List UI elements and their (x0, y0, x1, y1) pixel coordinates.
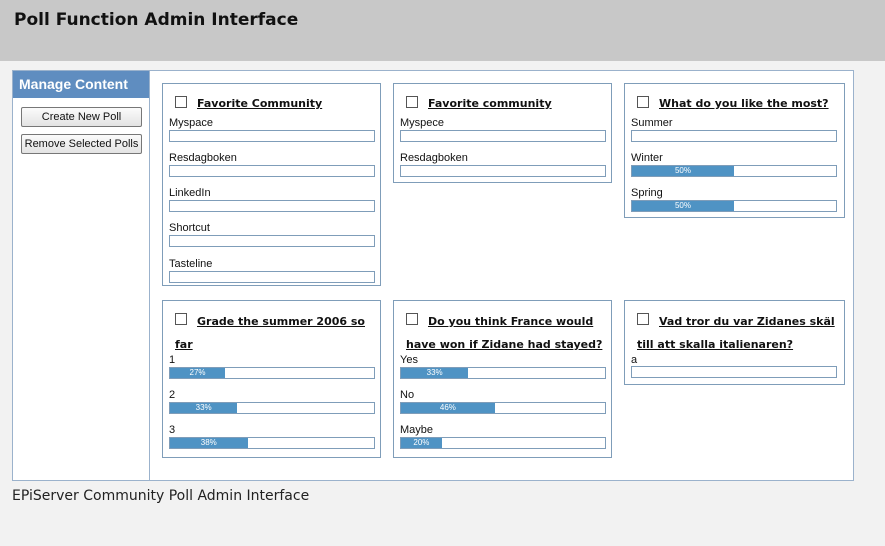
poll-card: Favorite community Myspece Resdagboken (393, 83, 612, 183)
option-percent-label: 33% (195, 403, 212, 412)
option-label: Winter (631, 152, 663, 164)
option-label: Myspace (169, 117, 214, 129)
option-result-bar (169, 165, 375, 177)
option-label: Tasteline (169, 258, 213, 270)
sidebar: Manage Content Create New Poll Remove Se… (13, 71, 150, 480)
poll-title-continued[interactable]: far (175, 334, 374, 356)
option-percent-label: 38% (200, 438, 217, 447)
poll-select-checkbox[interactable] (637, 96, 649, 108)
option-percent-label: 27% (189, 368, 206, 377)
option-label: Maybe (400, 424, 434, 436)
option-label: Yes (400, 354, 418, 366)
option-result-bar (169, 200, 375, 212)
option-result-bar: 27% (169, 367, 375, 379)
poll-title[interactable]: Do you think France would (406, 310, 605, 334)
option-label: 3 (169, 424, 176, 436)
option-label: Shortcut (169, 222, 210, 234)
option-result-bar (400, 165, 606, 177)
poll-title-continued[interactable]: have won if Zidane had stayed? (406, 334, 605, 356)
page-caption: EPiServer Community Poll Admin Interface (12, 488, 310, 504)
poll-select-checkbox[interactable] (406, 313, 418, 325)
option-result-bar (631, 366, 837, 378)
page-title: Poll Function Admin Interface (14, 10, 299, 30)
option-label: a (631, 354, 638, 366)
option-percent-label: 50% (674, 201, 691, 210)
poll-title[interactable]: Grade the summer 2006 so (175, 310, 374, 334)
create-new-poll-button[interactable]: Create New Poll (21, 107, 142, 127)
poll-select-checkbox[interactable] (637, 313, 649, 325)
option-label: Resdagboken (400, 152, 468, 164)
option-label: Resdagboken (169, 152, 237, 164)
option-label: Summer (631, 117, 673, 129)
poll-select-checkbox[interactable] (175, 313, 187, 325)
option-percent-label: 20% (413, 438, 430, 447)
option-label: Spring (631, 187, 663, 199)
option-result-bar: 46% (400, 402, 606, 414)
option-result-bar (169, 130, 375, 142)
poll-title[interactable]: Favorite community (406, 93, 605, 115)
poll-title[interactable]: Favorite Community (175, 93, 374, 115)
option-result-bar: 33% (169, 402, 375, 414)
option-result-bar: 38% (169, 437, 375, 449)
sidebar-title: Manage Content (13, 71, 149, 98)
option-percent-label: 50% (674, 166, 691, 175)
option-result-bar: 20% (400, 437, 606, 449)
option-percent-label: 33% (426, 368, 443, 377)
option-label: 2 (169, 389, 176, 401)
option-result-bar: 50% (631, 165, 837, 177)
option-label: Myspece (400, 117, 445, 129)
poll-title[interactable]: What do you like the most? (637, 93, 838, 115)
option-result-bar (169, 235, 375, 247)
option-result-bar: 33% (400, 367, 606, 379)
option-label: No (400, 389, 415, 401)
poll-select-checkbox[interactable] (175, 96, 187, 108)
remove-selected-polls-button[interactable]: Remove Selected Polls (21, 134, 142, 154)
poll-card: Favorite Community Myspace Resdagboken L… (162, 83, 381, 286)
manage-content-panel: Manage Content Create New Poll Remove Se… (12, 70, 854, 481)
option-percent-label: 46% (439, 403, 456, 412)
header-bar: Poll Function Admin Interface (0, 0, 885, 61)
poll-card: Grade the summer 2006 so far 1 27% 2 33%… (162, 300, 381, 458)
option-result-bar (631, 130, 837, 142)
poll-card: What do you like the most? Summer Winter… (624, 83, 845, 218)
poll-title[interactable]: Vad tror du var Zidanes skäl (637, 310, 838, 334)
poll-card: Do you think France would have won if Zi… (393, 300, 612, 458)
option-result-bar (400, 130, 606, 142)
poll-title-continued[interactable]: till att skalla italienaren? (637, 334, 838, 356)
option-result-bar (169, 271, 375, 283)
option-label: LinkedIn (169, 187, 211, 199)
poll-select-checkbox[interactable] (406, 96, 418, 108)
poll-card: Vad tror du var Zidanes skäl till att sk… (624, 300, 845, 385)
option-result-bar: 50% (631, 200, 837, 212)
option-label: 1 (169, 354, 176, 366)
